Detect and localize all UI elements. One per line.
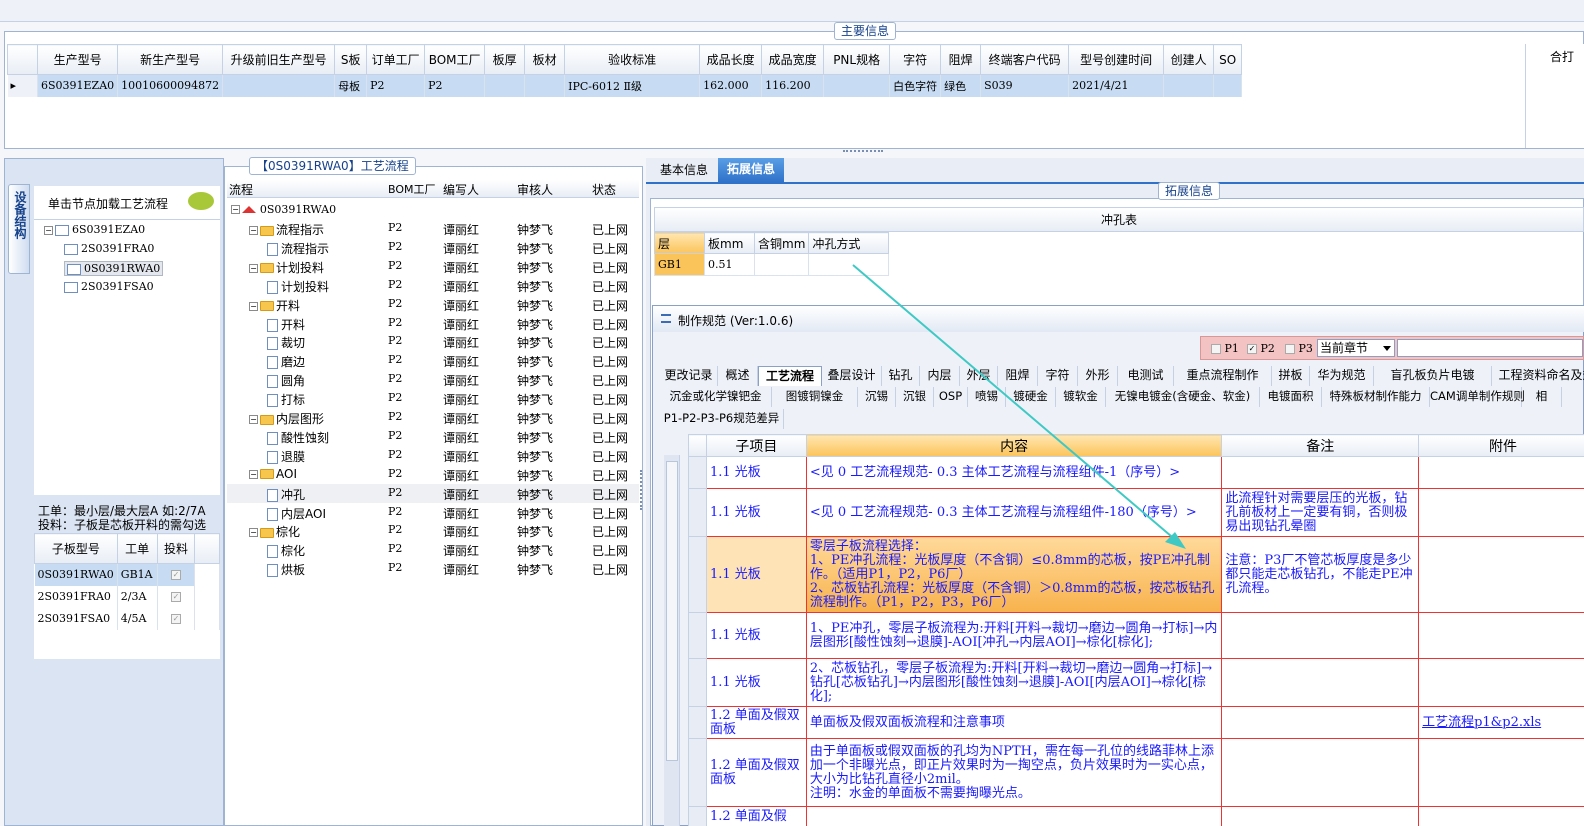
annotation-arrow [852, 264, 1186, 549]
